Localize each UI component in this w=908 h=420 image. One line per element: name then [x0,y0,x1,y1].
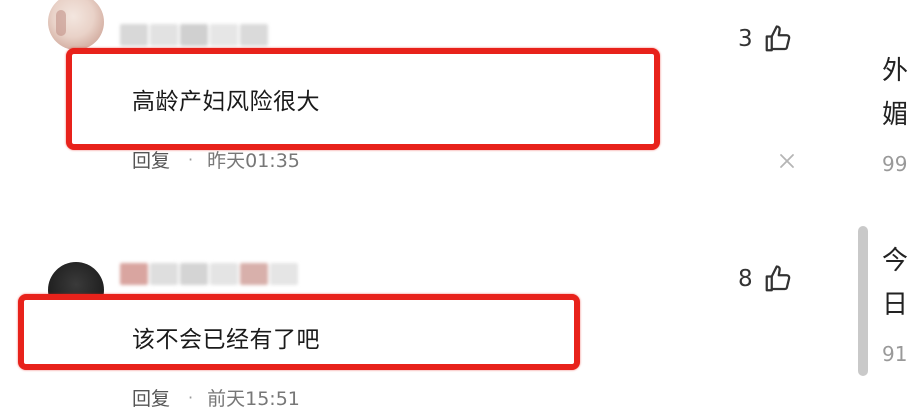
close-icon[interactable] [776,150,798,172]
timestamp: 昨天01:35 [207,150,300,172]
sidebar-item-title[interactable]: 日 [882,284,908,321]
timestamp: 前天15:51 [207,388,300,410]
sidebar-item-title[interactable]: 外 [882,50,908,87]
scrollbar-thumb[interactable] [858,226,868,376]
username-blurred[interactable] [120,24,268,46]
reply-button[interactable]: 回复 [132,146,170,173]
comment-meta: 回复 · 前天15:51 [132,384,300,411]
comment-section: 3 高龄产妇风险很大 回复 · 昨天01:35 8 该不会已经有了吧 回复 · … [0,0,908,420]
sidebar-item-count: 99 [882,152,908,176]
username-blurred[interactable] [120,263,298,285]
like-button[interactable]: 8 [738,264,793,294]
like-count: 3 [738,26,753,52]
reply-button[interactable]: 回复 [132,384,170,411]
related-sidebar: 外 媚 99 今 日 91 [858,0,908,420]
thumbs-up-icon[interactable] [763,264,793,294]
like-button[interactable]: 3 [738,24,793,54]
like-count: 8 [738,266,753,292]
sidebar-item-count: 91 [882,342,908,366]
comment-text: 高龄产妇风险很大 [132,89,320,115]
comment-meta: 回复 · 昨天01:35 [132,146,300,173]
thumbs-up-icon[interactable] [763,24,793,54]
comment-text: 该不会已经有了吧 [132,327,320,353]
separator: · [188,150,194,169]
separator: · [188,388,194,407]
avatar[interactable] [48,0,104,50]
sidebar-item-title[interactable]: 媚 [882,94,908,131]
sidebar-item-title[interactable]: 今 [882,240,908,277]
